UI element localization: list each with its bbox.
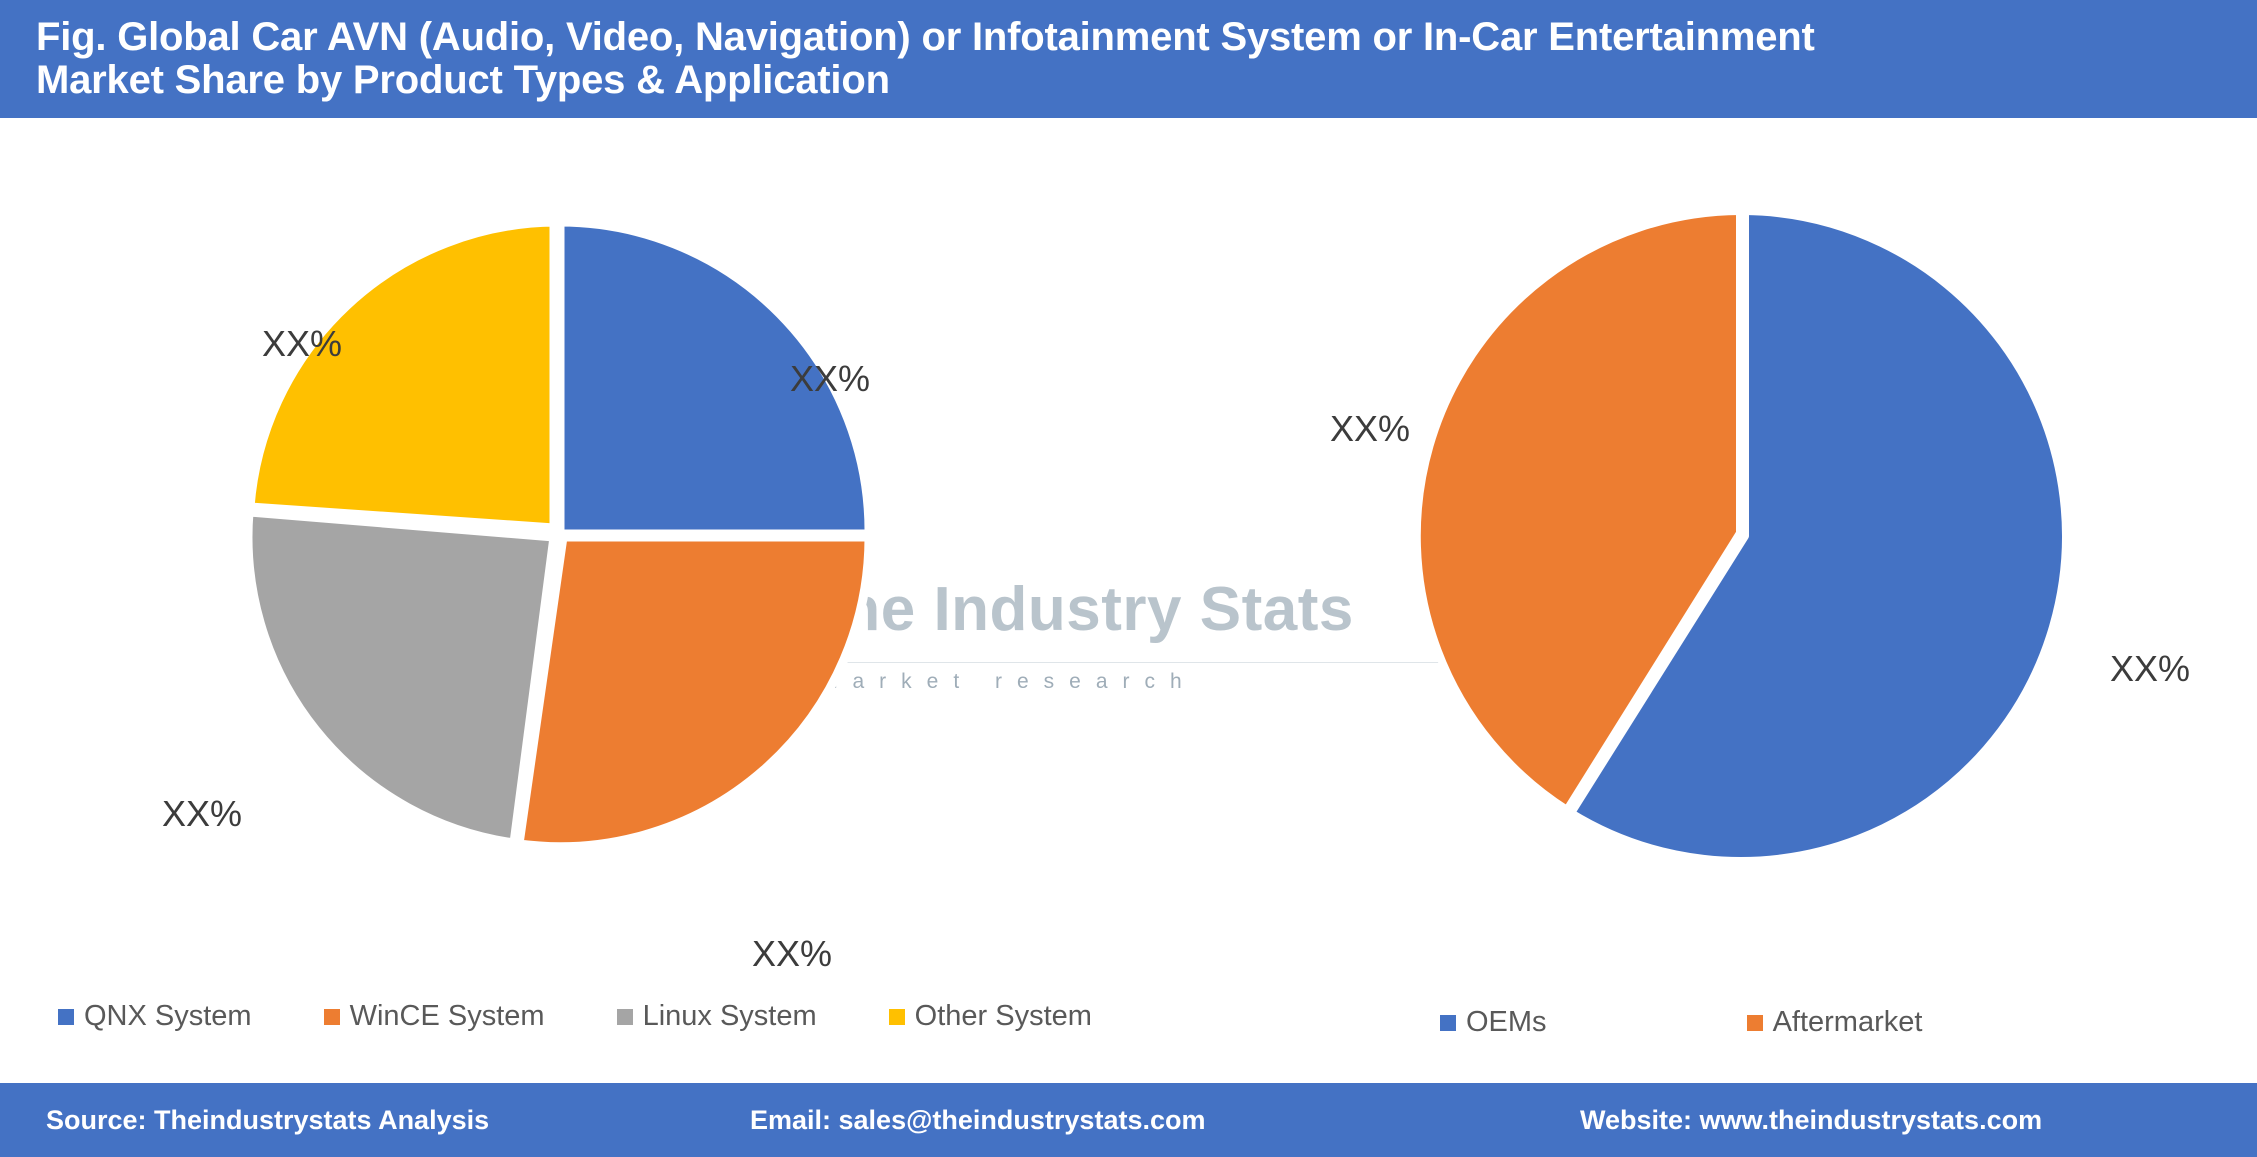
pie-label-linux-system: XX% xyxy=(162,793,243,834)
legend-label: QNX System xyxy=(84,1000,252,1032)
legend-label: OEMs xyxy=(1466,1006,1547,1038)
figure-header-band: Fig. Global Car AVN (Audio, Video, Navig… xyxy=(0,0,2257,118)
pie-slice-linux-system xyxy=(243,507,559,848)
pie-label-wince-system: XX% xyxy=(752,933,833,974)
legend-label: Other System xyxy=(914,1000,1092,1032)
pie-label-other-system: XX% xyxy=(262,323,343,364)
pie-slice-wince-system xyxy=(514,532,874,852)
legend-swatch-icon xyxy=(1746,1014,1763,1031)
figure-title: Fig. Global Car AVN (Audio, Video, Navig… xyxy=(36,15,2216,103)
pie-label-oems: XX% xyxy=(2110,648,2191,689)
legend-item-wince-system[interactable]: WinCE System xyxy=(323,1000,545,1033)
legend-swatch-icon xyxy=(323,1008,340,1025)
legend-swatch-icon xyxy=(58,1008,74,1025)
figure-footer-band: Source: Theindustrystats Analysis Email:… xyxy=(0,1083,2257,1157)
pie-label-qnx-system: XX% xyxy=(790,358,871,399)
figure-title-line-2: Market Share by Product Types & Applicat… xyxy=(36,58,890,103)
figure-title-line-1: Fig. Global Car AVN (Audio, Video, Navig… xyxy=(36,15,1815,59)
pie-chart-product-types xyxy=(243,217,874,852)
pie-label-aftermarket: XX% xyxy=(1330,408,1411,449)
footer-email[interactable]: Email: sales@theindustrystats.com xyxy=(750,1105,1205,1136)
legend-application: OEMs Aftermarket xyxy=(1440,1006,2122,1039)
legend-label: WinCE System xyxy=(349,1000,545,1032)
legend-label: Linux System xyxy=(642,1000,817,1032)
legend-swatch-icon xyxy=(616,1008,633,1025)
legend-item-oems[interactable]: OEMs xyxy=(1440,1006,1547,1039)
pie-slice-other-system xyxy=(245,217,559,533)
charts-plot-area: The Industry Stats market research XX% X… xyxy=(0,118,2257,1075)
pie-chart-application xyxy=(1412,207,2070,865)
chart-figure: Fig. Global Car AVN (Audio, Video, Navig… xyxy=(0,0,2257,1157)
legend-item-qnx-system[interactable]: QNX System xyxy=(58,1000,252,1033)
footer-source: Source: Theindustrystats Analysis xyxy=(46,1105,490,1135)
legend-item-other-system[interactable]: Other System xyxy=(888,1000,1092,1033)
legend-item-aftermarket[interactable]: Aftermarket xyxy=(1746,1006,1923,1039)
legend-swatch-icon xyxy=(888,1008,905,1025)
legend-label: Aftermarket xyxy=(1772,1006,1923,1038)
legend-swatch-icon xyxy=(1440,1014,1456,1031)
footer-website[interactable]: Website: www.theindustrystats.com xyxy=(1580,1105,2042,1136)
legend-product-types: QNX System WinCE System Linux System Oth… xyxy=(58,1000,1164,1033)
legend-item-linux-system[interactable]: Linux System xyxy=(616,1000,817,1033)
